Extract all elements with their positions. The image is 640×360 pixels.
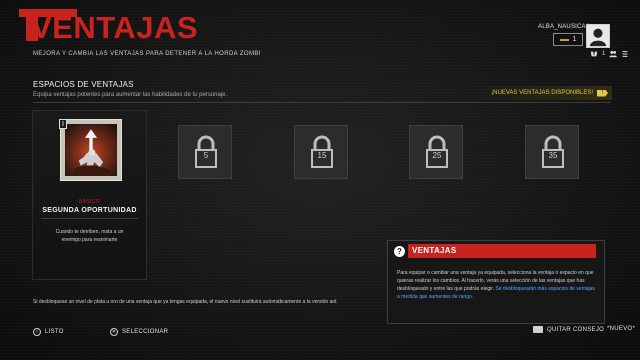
perk-tier-badge: I — [59, 119, 67, 129]
footer-controls: ○ LISTO ✕ SELECCIONAR QUITAR CONSEJO *NU… — [0, 320, 640, 346]
section-description: Equipa ventajas potentes para aumentar l… — [33, 92, 228, 98]
section-divider — [33, 102, 611, 103]
ready-label: LISTO — [45, 329, 64, 335]
ready-button[interactable]: ○ LISTO — [33, 328, 64, 336]
upgrade-warning: Si desbloqueas un nivel de plata u oro d… — [33, 299, 337, 305]
cross-button-icon: ✕ — [110, 328, 118, 336]
touchpad-button-icon — [533, 326, 543, 333]
select-button[interactable]: ✕ SELECCIONAR — [110, 328, 168, 336]
new-perks-label: ¡NUEVAS VENTAJAS DISPONIBLES! — [491, 90, 593, 96]
circle-button-icon: ○ — [33, 328, 41, 336]
help-tooltip: ? VENTAJAS Para equipar o cambiar una ve… — [387, 240, 605, 324]
currency-counter: 1 — [553, 33, 583, 46]
avatar-icon — [589, 28, 607, 47]
perk-divider — [41, 218, 138, 219]
slot-unlock-level: 15 — [317, 151, 327, 160]
tooltip-header: ? VENTAJAS — [388, 241, 604, 261]
remove-tip-label: QUITAR CONSEJO — [547, 326, 605, 333]
tooltip-title: VENTAJAS — [408, 244, 596, 258]
section-title: ESPACIOS DE VENTAJAS — [33, 80, 134, 89]
avatar[interactable] — [586, 24, 610, 48]
profile-name: ALBA_NAUSICAA — [538, 24, 590, 30]
perk-slot-locked-4[interactable]: 35 — [525, 125, 579, 179]
perk-rank: BÁSICO — [79, 199, 100, 205]
perk-name: SEGUNDA OPORTUNIDAD — [42, 207, 137, 214]
new-perks-tag-icon: ! — [597, 89, 608, 97]
perk-description: Cuando te derriben, mata a un enemigo pa… — [55, 229, 124, 243]
perk-slot-locked-1[interactable]: 5 — [178, 125, 232, 179]
profile-icons: 1 — [590, 50, 629, 58]
remove-tip-button[interactable]: QUITAR CONSEJO — [533, 326, 604, 333]
controller-icon — [590, 51, 598, 57]
new-perks-banner: ¡NUEVAS VENTAJAS DISPONIBLES! ! — [470, 86, 612, 100]
slot-unlock-level: 25 — [432, 151, 442, 160]
perk-slot-equipped[interactable]: I BÁSICO SEGUNDA OPORTUNIDAD Cuando te d… — [32, 110, 147, 280]
tooltip-body: Para equipar o cambiar una ventaja ya eq… — [397, 269, 595, 301]
new-label: *NUEVO* — [607, 326, 636, 332]
friends-icon — [609, 50, 618, 58]
question-icon: ? — [394, 246, 405, 257]
select-label: SELECCIONAR — [122, 329, 169, 335]
page-title: VENTAJAS — [18, 9, 199, 45]
options-icon[interactable] — [621, 50, 629, 58]
slot-unlock-level: 35 — [548, 151, 558, 160]
perk-slot-locked-3[interactable]: 25 — [409, 125, 463, 179]
perk-slot-locked-2[interactable]: 15 — [294, 125, 348, 179]
secondary-count: 1 — [602, 51, 606, 57]
new-legend: *NUEVO* — [607, 326, 635, 332]
slot-unlock-level: 5 — [203, 151, 209, 160]
second-chance-perk-icon — [65, 124, 117, 176]
currency-value: 1 — [572, 36, 577, 43]
perk-portrait — [60, 119, 122, 181]
page-subtitle: MEJORA Y CAMBIA LAS VENTAJAS PARA DETENE… — [33, 51, 261, 57]
currency-icon — [559, 38, 569, 41]
